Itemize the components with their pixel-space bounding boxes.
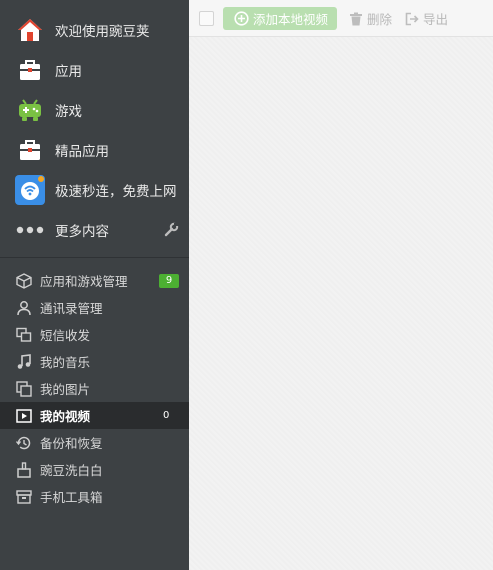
wifi-icon bbox=[15, 175, 45, 205]
sidebar-item-more[interactable]: 更多内容 bbox=[0, 210, 189, 250]
sidebar-item-label: 我的音乐 bbox=[40, 355, 91, 370]
sidebar-item-label: 备份和恢复 bbox=[40, 436, 103, 451]
delete-button[interactable]: 删除 bbox=[349, 10, 392, 27]
sidebar-item-backup[interactable]: 备份和恢复 bbox=[0, 429, 189, 456]
wrench-icon[interactable] bbox=[163, 222, 179, 238]
sidebar-item-label: 我的视频 bbox=[40, 409, 91, 424]
export-icon bbox=[405, 12, 419, 26]
sidebar-item-wifi[interactable]: 极速秒连，免费上网 bbox=[0, 170, 189, 210]
sidebar-item-label: 通讯录管理 bbox=[40, 301, 103, 316]
sidebar-item-music[interactable]: 我的音乐 bbox=[0, 348, 189, 375]
sidebar-item-label: 豌豆洗白白 bbox=[40, 463, 103, 478]
clean-icon bbox=[15, 461, 33, 479]
sidebar-item-messages[interactable]: 短信收发 bbox=[0, 321, 189, 348]
sidebar-item-welcome[interactable]: 欢迎使用豌豆荚 bbox=[0, 10, 189, 50]
delete-label: 删除 bbox=[367, 12, 393, 27]
sidebar-item-app-game-manage[interactable]: 应用和游戏管理 9 bbox=[0, 267, 189, 294]
update-count-badge: 9 bbox=[159, 274, 179, 288]
sidebar-item-label: 手机工具箱 bbox=[40, 490, 103, 505]
sidebar-item-videos[interactable]: 我的视频 0 bbox=[0, 402, 189, 429]
sidebar-item-label: 极速秒连，免费上网 bbox=[55, 184, 177, 200]
sidebar-item-label: 游戏 bbox=[55, 104, 82, 120]
sidebar-item-label: 短信收发 bbox=[40, 328, 91, 343]
sidebar-item-toolbox[interactable]: 手机工具箱 bbox=[0, 483, 189, 510]
sidebar-item-games[interactable]: 游戏 bbox=[0, 90, 189, 130]
add-local-video-button[interactable]: 添加本地视频 bbox=[223, 7, 337, 30]
sidebar-item-label: 应用和游戏管理 bbox=[40, 274, 128, 289]
sidebar-item-clean[interactable]: 豌豆洗白白 bbox=[0, 456, 189, 483]
sidebar-item-contacts[interactable]: 通讯录管理 bbox=[0, 294, 189, 321]
video-play-icon bbox=[15, 407, 33, 425]
add-local-video-label: 添加本地视频 bbox=[253, 12, 329, 27]
cube-icon bbox=[15, 272, 33, 290]
gamepad-icon bbox=[15, 95, 45, 125]
sidebar-item-label: 精品应用 bbox=[55, 144, 109, 160]
sidebar-item-label: 更多内容 bbox=[55, 224, 109, 240]
sidebar-top-section: 欢迎使用豌豆荚 应用 游戏 精品应用 极速秒连，免费上网 更多内容 bbox=[0, 0, 189, 250]
history-icon bbox=[15, 434, 33, 452]
sidebar-item-label: 我的图片 bbox=[40, 382, 91, 397]
message-icon bbox=[15, 326, 33, 344]
main-panel: 添加本地视频 删除 导出 bbox=[189, 0, 493, 570]
toolbar: 添加本地视频 删除 导出 bbox=[189, 0, 493, 37]
export-label: 导出 bbox=[423, 12, 449, 27]
app-bag-icon bbox=[15, 135, 45, 165]
person-icon bbox=[15, 299, 33, 317]
add-circle-icon bbox=[234, 11, 249, 26]
trash-icon bbox=[349, 12, 363, 26]
sidebar-divider bbox=[0, 257, 189, 258]
sidebar-item-apps[interactable]: 应用 bbox=[0, 50, 189, 90]
music-note-icon bbox=[15, 353, 33, 371]
select-all-checkbox[interactable] bbox=[199, 11, 214, 26]
sidebar-item-label: 应用 bbox=[55, 64, 82, 80]
sidebar-item-featured-apps[interactable]: 精品应用 bbox=[0, 130, 189, 170]
sidebar: 欢迎使用豌豆荚 应用 游戏 精品应用 极速秒连，免费上网 更多内容 应用和游戏管… bbox=[0, 0, 189, 570]
home-icon bbox=[15, 15, 45, 45]
toolbox-icon bbox=[15, 488, 33, 506]
app-bag-icon bbox=[15, 55, 45, 85]
export-button[interactable]: 导出 bbox=[405, 10, 448, 27]
video-count-badge: 0 bbox=[163, 410, 170, 421]
more-dots-icon bbox=[15, 215, 45, 245]
sidebar-item-label: 欢迎使用豌豆荚 bbox=[55, 24, 150, 40]
sidebar-item-pictures[interactable]: 我的图片 bbox=[0, 375, 189, 402]
images-icon bbox=[15, 380, 33, 398]
